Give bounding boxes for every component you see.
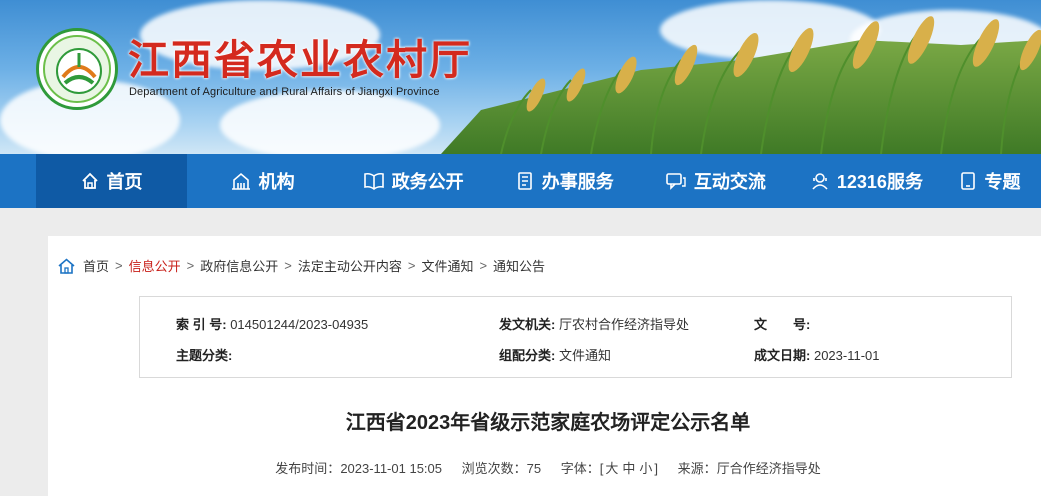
view-count: 浏览次数：75	[462, 461, 541, 476]
nav-label: 机构	[258, 172, 295, 192]
breadcrumb-separator: >	[407, 258, 416, 273]
nav-item-gov-affairs[interactable]: 政务公开	[338, 154, 489, 208]
meta-topic: 主题分类:	[176, 345, 232, 364]
nav-label: 政务公开	[391, 172, 464, 192]
publish-label: 发布时间：	[275, 461, 341, 476]
nav-item-home[interactable]: 首页	[36, 154, 188, 208]
building-icon	[231, 172, 250, 190]
breadcrumb-legal-content[interactable]: 法定主动公开内容	[298, 256, 402, 275]
site-subtitle: Department of Agriculture and Rural Affa…	[129, 86, 440, 98]
nav-item-org[interactable]: 机构	[187, 154, 338, 208]
meta-date-label: 成文日期:	[754, 348, 811, 363]
meta-category-value: 文件通知	[558, 348, 611, 363]
views-value: 75	[526, 461, 542, 476]
document-icon	[517, 172, 532, 190]
home-icon[interactable]	[58, 257, 75, 274]
font-medium-button[interactable]: 中	[622, 461, 635, 476]
chat-icon	[666, 173, 686, 190]
meta-index: 索 引 号: 014501244/2023-04935	[176, 314, 368, 333]
meta-docno: 文 号:	[754, 314, 810, 333]
font-large-button[interactable]: 大	[605, 461, 618, 476]
meta-docno-label: 文 号:	[754, 317, 811, 332]
article-panel: 首页 > 信息公开 > 政府信息公开 > 法定主动公开内容 > 文件通知 > 通知公告 索…	[48, 236, 1041, 496]
document-metadata-box: 索 引 号: 014501244/2023-04935 发文机关: 厅农村合作经…	[139, 296, 1012, 378]
font-bracket-open: [	[599, 461, 604, 476]
breadcrumb-home[interactable]: 首页	[83, 256, 109, 275]
home-icon	[81, 172, 98, 189]
book-icon	[363, 172, 384, 190]
meta-date-value: 2023-11-01	[813, 348, 880, 363]
meta-issuer-label: 发文机关:	[499, 317, 556, 332]
nav-label: 办事服务	[541, 172, 614, 192]
meta-index-label: 索 引 号:	[176, 317, 227, 332]
font-bracket-close: ]	[654, 461, 659, 476]
meta-issuer: 发文机关: 厅农村合作经济指导处	[499, 314, 689, 333]
breadcrumb-info-public[interactable]: 信息公开	[129, 256, 181, 275]
breadcrumb-separator: >	[479, 258, 488, 273]
article-source: 来源：厅合作经济指导处	[678, 461, 821, 476]
breadcrumb-separator: >	[115, 258, 123, 273]
meta-category-label: 组配分类:	[499, 348, 556, 363]
breadcrumb-separator: >	[284, 258, 292, 273]
nav-item-topics[interactable]: 专题	[942, 154, 1041, 208]
nav-item-12316[interactable]: 12316服务	[791, 154, 942, 208]
main-nav: 首页 机构 政务公开 办事服务 互动交流 12316服务 专题	[0, 154, 1041, 208]
header-banner: 江西省农业农村厅 Department of Agriculture and R…	[0, 0, 1041, 154]
publish-time: 发布时间：2023-11-01 15:05	[275, 461, 442, 476]
font-size-controls: 字体：[大中小]	[561, 461, 658, 476]
source-value: 厅合作经济指导处	[716, 461, 821, 476]
breadcrumb: 首页 > 信息公开 > 政府信息公开 > 法定主动公开内容 > 文件通知 > 通知公告	[58, 256, 545, 275]
meta-index-value: 014501244/2023-04935	[230, 317, 369, 332]
font-label: 字体：	[560, 461, 600, 476]
views-label: 浏览次数：	[461, 461, 527, 476]
nav-item-services[interactable]: 办事服务	[489, 154, 640, 208]
article-title: 江西省2023年省级示范家庭农场评定公示名单	[345, 412, 751, 434]
cloud	[220, 90, 440, 154]
site-title: 江西省农业农村厅	[128, 37, 472, 83]
meta-issuer-value: 厅农村合作经济指导处	[558, 317, 689, 332]
meta-category: 组配分类: 文件通知	[499, 345, 611, 364]
source-label: 来源：	[677, 461, 717, 476]
article-info-bar: 发布时间：2023-11-01 15:05 浏览次数：75 字体：[大中小] 来…	[48, 458, 1041, 477]
site-logo[interactable]	[36, 28, 118, 110]
nav-label: 首页	[106, 172, 143, 192]
nav-label: 互动交流	[693, 172, 766, 192]
breadcrumb-file-notice[interactable]: 文件通知	[421, 256, 473, 275]
breadcrumb-gov-info[interactable]: 政府信息公开	[200, 256, 278, 275]
nav-label: 12316服务	[836, 172, 923, 192]
rice-field-illustration	[441, 16, 1041, 154]
tablet-icon	[961, 172, 976, 190]
font-small-button[interactable]: 小	[639, 461, 652, 476]
support-icon	[812, 173, 828, 190]
publish-value: 2023-11-01 15:05	[340, 461, 442, 476]
meta-date: 成文日期: 2023-11-01	[754, 345, 880, 364]
nav-item-interaction[interactable]: 互动交流	[640, 154, 791, 208]
meta-topic-label: 主题分类:	[176, 348, 233, 363]
breadcrumb-separator: >	[186, 258, 195, 273]
breadcrumb-announcement[interactable]: 通知公告	[493, 256, 545, 275]
nav-label: 专题	[984, 172, 1021, 192]
provincial-agri-logo-icon	[43, 35, 111, 103]
